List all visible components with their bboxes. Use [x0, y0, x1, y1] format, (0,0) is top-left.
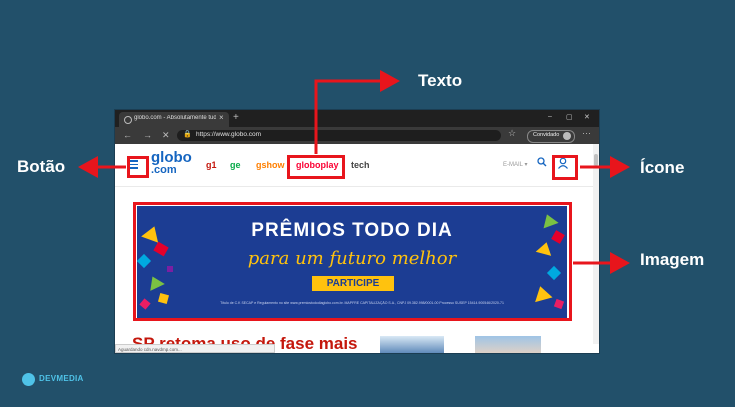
- annotation-arrows: [78, 70, 630, 274]
- watermark-text: DEVMEDIA: [39, 374, 84, 383]
- devmedia-watermark: DEVMEDIA: [22, 371, 102, 389]
- arrow-head-botao: [78, 156, 98, 178]
- label-botao: Botão: [17, 157, 66, 176]
- label-icone: Ícone: [640, 158, 685, 177]
- devmedia-logo-icon: [22, 373, 35, 386]
- arrow-head-icone: [610, 156, 630, 178]
- label-texto: Texto: [418, 71, 463, 90]
- arrow-head-texto: [380, 70, 400, 92]
- arrow-head-imagem: [610, 252, 630, 274]
- label-imagem: Imagem: [640, 250, 705, 269]
